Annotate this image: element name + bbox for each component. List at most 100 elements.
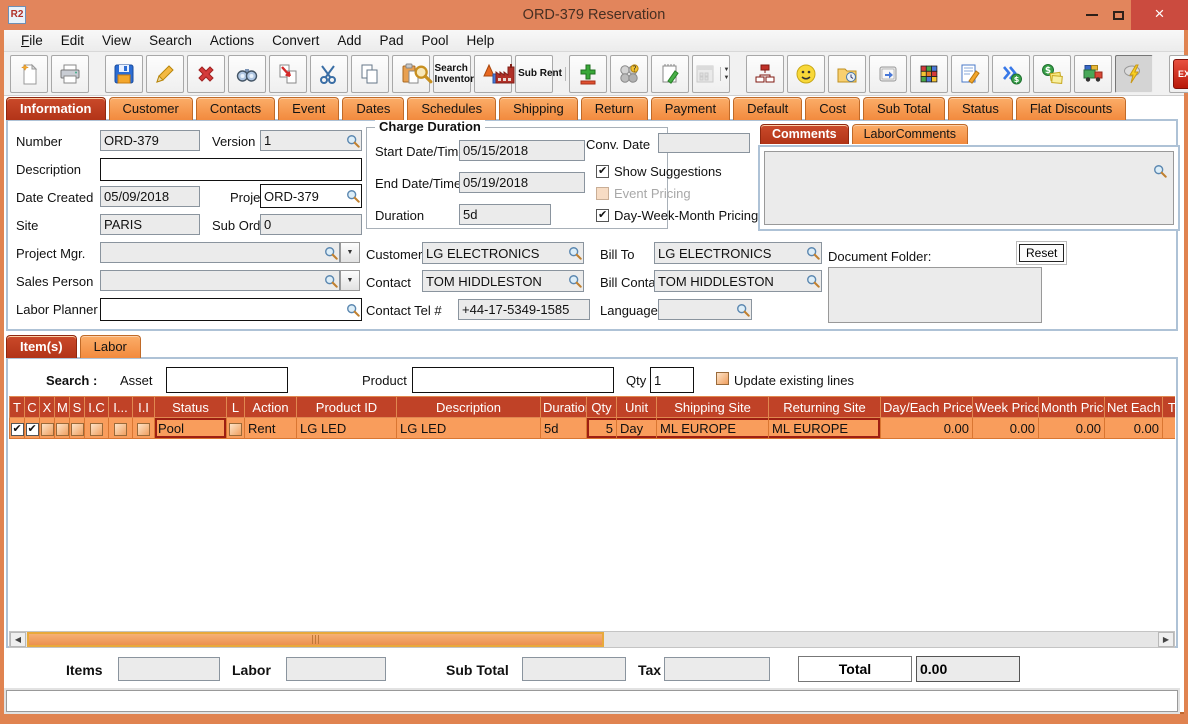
column-header-c[interactable]: C	[24, 396, 40, 418]
tab-flat-discounts[interactable]: Flat Discounts	[1015, 97, 1127, 120]
bill-contact-input[interactable]	[654, 270, 822, 292]
column-header-s[interactable]: S	[69, 396, 85, 418]
labor-total-field[interactable]	[286, 657, 386, 681]
tab-event[interactable]: Event	[278, 97, 340, 120]
sales-person-input[interactable]	[100, 270, 340, 291]
version-field[interactable]	[260, 130, 362, 151]
menu-pool[interactable]: Pool	[412, 33, 457, 48]
s-checkbox[interactable]	[70, 422, 84, 436]
toolbar-cut-button[interactable]	[310, 54, 348, 93]
toolbar-folder-clock-button[interactable]	[828, 54, 866, 93]
show-suggestions-checkbox[interactable]	[596, 164, 609, 178]
customer-input[interactable]	[422, 242, 584, 264]
column-header-status[interactable]: Status	[154, 396, 227, 418]
menu-edit[interactable]: Edit	[52, 33, 93, 48]
toolbar-add-line-button[interactable]	[569, 54, 607, 93]
toolbar-smiley-button[interactable]	[787, 54, 825, 93]
column-header-action[interactable]: Action	[244, 396, 297, 418]
sub-total-field[interactable]	[522, 657, 626, 681]
column-header-product_id[interactable]: Product ID	[296, 396, 397, 418]
bill-to-field[interactable]	[654, 242, 822, 264]
contact-input[interactable]	[422, 270, 584, 292]
close-button[interactable]: ×	[1131, 0, 1188, 30]
cell-status[interactable]: Pool	[154, 417, 227, 439]
project-search-icon[interactable]	[346, 189, 360, 203]
labor-planner-search-icon[interactable]	[346, 303, 360, 317]
sales-person-field[interactable]	[100, 270, 340, 291]
scroll-right-button[interactable]: ▶	[1158, 632, 1174, 647]
toolbar-group-query-button[interactable]: ?	[610, 54, 648, 93]
toolbar-exit-button[interactable]: EXIT	[1169, 54, 1188, 93]
end-date-field[interactable]	[459, 172, 585, 193]
event-pricing-checkbox[interactable]	[596, 187, 609, 200]
description-field[interactable]	[100, 158, 362, 181]
toolbar-copy-button[interactable]	[351, 54, 389, 93]
tab-dates[interactable]: Dates	[342, 97, 405, 120]
cell-duration[interactable]: 5d	[540, 417, 587, 439]
toolbar-dollar-notes-button[interactable]: $	[1033, 54, 1071, 93]
comments-textarea[interactable]	[764, 151, 1174, 225]
cell-tot[interactable]	[1162, 417, 1175, 439]
toolbar-truck-button[interactable]	[1074, 54, 1112, 93]
m-checkbox[interactable]	[55, 422, 69, 436]
contact-search-icon[interactable]	[568, 274, 582, 288]
cell-c[interactable]	[24, 417, 40, 439]
toolbar-save-button[interactable]	[105, 54, 143, 93]
product-search-input[interactable]	[412, 367, 614, 393]
customer-field[interactable]	[422, 242, 584, 264]
contact-field[interactable]	[422, 270, 584, 292]
toolbar-convert-document-button[interactable]	[269, 54, 307, 93]
c-checkbox[interactable]	[25, 422, 39, 436]
menu-pad[interactable]: Pad	[370, 33, 412, 48]
toolbar-delete-button[interactable]	[187, 54, 225, 93]
l-checkbox[interactable]	[229, 422, 242, 436]
scrollbar-thumb[interactable]	[27, 632, 604, 647]
qty-input[interactable]	[650, 367, 694, 393]
column-header-day_each_price[interactable]: Day/Each Price	[880, 396, 973, 418]
cell-net_each[interactable]: 0.00	[1104, 417, 1163, 439]
toolbar-shortcut-key-button[interactable]	[869, 54, 907, 93]
cell-idots[interactable]	[108, 417, 133, 439]
version-search-icon[interactable]	[346, 134, 360, 148]
reset-button[interactable]: Reset	[1019, 244, 1065, 262]
cell-product_id[interactable]: LG LED	[296, 417, 397, 439]
asset-search-input[interactable]	[166, 367, 288, 393]
idots-checkbox[interactable]	[114, 422, 127, 436]
menu-convert[interactable]: Convert	[263, 33, 328, 48]
document-folder-box[interactable]	[828, 267, 1042, 323]
cell-x[interactable]	[39, 417, 55, 439]
column-header-ii[interactable]: I.I	[132, 396, 155, 418]
toolbar-edit-button[interactable]	[146, 54, 184, 93]
tab-comments[interactable]: Comments	[760, 124, 849, 144]
tab-sub-total[interactable]: Sub Total	[863, 97, 945, 120]
update-existing-lines-checkbox[interactable]	[716, 372, 729, 385]
language-field[interactable]	[658, 299, 752, 320]
toolbar-forward-dollar-button[interactable]: $	[992, 54, 1030, 93]
cell-qty[interactable]: 5	[586, 417, 617, 439]
date-created-field[interactable]	[100, 186, 200, 207]
project-mgr-input[interactable]	[100, 242, 340, 263]
toolbar-sub-rent-button[interactable]: Sub Rent▼▼	[495, 54, 575, 93]
sales-person-search-icon[interactable]	[324, 274, 338, 288]
customer-search-icon[interactable]	[568, 246, 582, 260]
site-field[interactable]	[100, 214, 200, 235]
start-date-field[interactable]	[459, 140, 585, 161]
tab-item-s[interactable]: Item(s)	[6, 335, 77, 358]
cell-returning_site[interactable]: ML EUROPE	[768, 417, 881, 439]
ii-checkbox[interactable]	[137, 422, 150, 436]
menu-search[interactable]: Search	[140, 33, 201, 48]
column-header-idots[interactable]: I...	[108, 396, 133, 418]
toolbar-cube-button[interactable]	[910, 54, 948, 93]
toolbar-search-inventory-button[interactable]: SearchInventory▼▼	[414, 54, 492, 93]
minimize-button[interactable]	[1079, 0, 1105, 30]
ic-checkbox[interactable]	[90, 422, 103, 436]
items-total-field[interactable]	[118, 657, 220, 681]
column-header-description[interactable]: Description	[396, 396, 541, 418]
toolbar-new-document-button[interactable]	[10, 54, 48, 93]
cell-week_price[interactable]: 0.00	[972, 417, 1039, 439]
cell-unit[interactable]: Day	[616, 417, 657, 439]
toolbar-form-edit-button[interactable]	[951, 54, 989, 93]
column-header-unit[interactable]: Unit	[616, 396, 657, 418]
labor-planner-field[interactable]	[100, 298, 362, 321]
cell-month_price[interactable]: 0.00	[1038, 417, 1105, 439]
